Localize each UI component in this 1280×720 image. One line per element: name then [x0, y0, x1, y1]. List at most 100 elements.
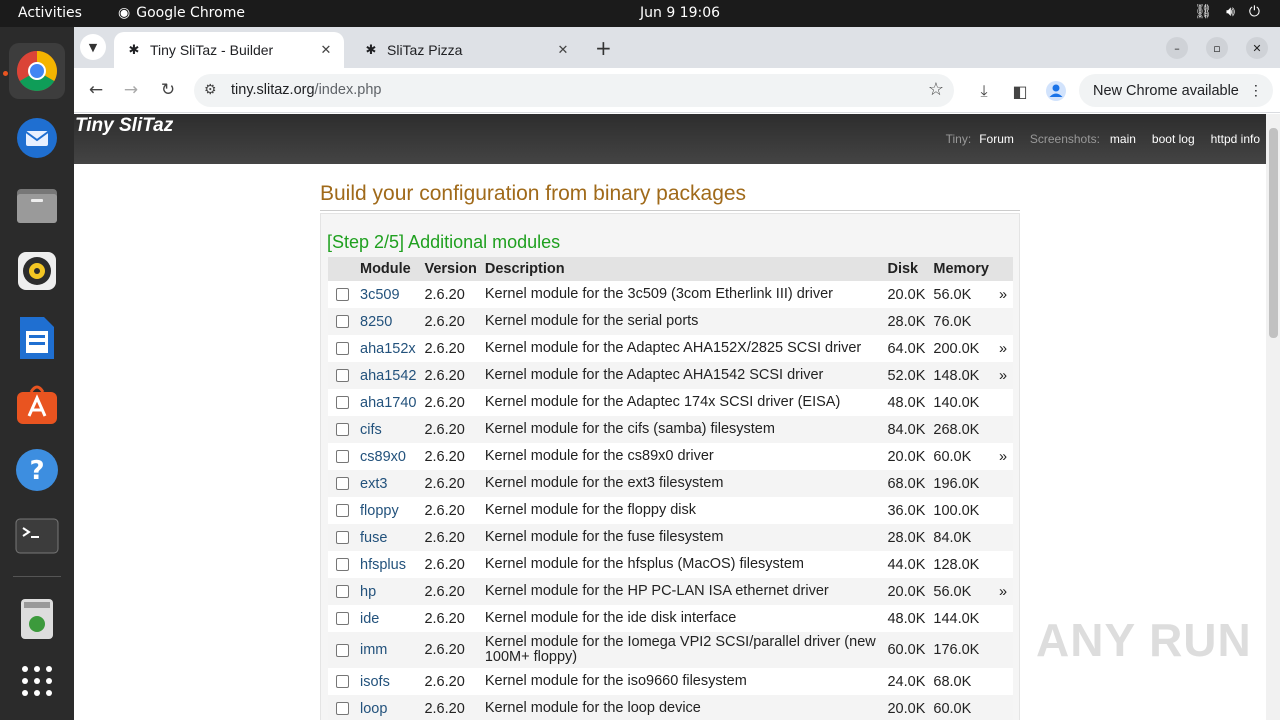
- module-checkbox[interactable]: [335, 423, 349, 437]
- module-checkbox[interactable]: [335, 675, 349, 689]
- activities-button[interactable]: Activities: [18, 5, 82, 21]
- module-link[interactable]: hfsplus: [360, 557, 406, 573]
- module-checkbox[interactable]: [335, 585, 349, 599]
- scrollbar-thumb[interactable]: [1269, 128, 1278, 338]
- module-link[interactable]: loop: [360, 701, 387, 717]
- module-checkbox[interactable]: [335, 643, 349, 657]
- module-link[interactable]: ext3: [360, 476, 387, 492]
- nav-httpd-info-link[interactable]: httpd info: [1211, 132, 1260, 146]
- profile-avatar-icon[interactable]: [1044, 79, 1068, 103]
- row-checkbox-cell: [328, 389, 356, 416]
- forward-button[interactable]: →: [120, 79, 142, 101]
- bookmark-star-icon[interactable]: ☆: [928, 79, 944, 100]
- more-cell[interactable]: »: [993, 335, 1013, 362]
- url-path: /index.php: [314, 82, 382, 98]
- module-checkbox[interactable]: [335, 702, 349, 716]
- module-link[interactable]: aha1542: [360, 368, 416, 384]
- site-info-icon[interactable]: ⚙: [204, 81, 217, 98]
- module-checkbox[interactable]: [335, 396, 349, 410]
- more-cell[interactable]: »: [993, 362, 1013, 389]
- close-tab-icon[interactable]: ✕: [553, 42, 573, 58]
- tab-builder[interactable]: ✱ Tiny SliTaz - Builder ✕: [114, 32, 344, 68]
- close-window-button[interactable]: ✕: [1246, 37, 1268, 59]
- module-link[interactable]: aha1740: [360, 395, 416, 411]
- reload-button[interactable]: ↻: [157, 79, 179, 101]
- dock-chrome[interactable]: [9, 43, 65, 99]
- module-link[interactable]: ide: [360, 611, 379, 627]
- module-link[interactable]: 8250: [360, 314, 392, 330]
- module-link[interactable]: cs89x0: [360, 449, 406, 465]
- system-tray[interactable]: ⛓ 🔊︎ ⏻: [1194, 4, 1260, 20]
- module-checkbox[interactable]: [335, 558, 349, 572]
- dock-ubuntu-software[interactable]: [9, 376, 65, 432]
- dock-rhythmbox[interactable]: [9, 243, 65, 299]
- module-checkbox[interactable]: [335, 342, 349, 356]
- page-scrollbar[interactable]: [1266, 114, 1280, 720]
- module-checkbox[interactable]: [335, 477, 349, 491]
- memory-cell: 76.0K: [929, 308, 993, 335]
- module-link[interactable]: cifs: [360, 422, 382, 438]
- module-checkbox[interactable]: [335, 612, 349, 626]
- maximize-button[interactable]: ▫: [1206, 37, 1228, 59]
- module-checkbox[interactable]: [335, 450, 349, 464]
- tab-pizza[interactable]: ✱ SliTaz Pizza ✕: [351, 32, 581, 68]
- module-checkbox[interactable]: [335, 504, 349, 518]
- memory-cell: 100.0K: [929, 497, 993, 524]
- dock-writer[interactable]: [9, 310, 65, 366]
- dock-files[interactable]: [9, 177, 65, 233]
- table-row: ext3 2.6.20 Kernel module for the ext3 fil…: [328, 470, 1013, 497]
- description-cell: Kernel module for the cs89x0 driver: [480, 443, 884, 470]
- more-cell[interactable]: »: [993, 281, 1013, 308]
- terminal-icon: [15, 518, 59, 554]
- tiny-label: Tiny:: [945, 132, 972, 146]
- more-cell: [993, 605, 1013, 632]
- dock-terminal[interactable]: [9, 508, 65, 564]
- module-checkbox[interactable]: [335, 531, 349, 545]
- dock-help[interactable]: ?: [9, 442, 65, 498]
- files-icon: [17, 189, 57, 223]
- clock[interactable]: Jun 9 19:06: [640, 5, 720, 21]
- version-cell: 2.6.20: [420, 497, 481, 524]
- row-checkbox-cell: [328, 281, 356, 308]
- writer-icon: [20, 317, 54, 359]
- module-link[interactable]: floppy: [360, 503, 399, 519]
- module-link[interactable]: aha152x: [360, 341, 416, 357]
- close-tab-icon[interactable]: ✕: [316, 42, 336, 58]
- minimize-button[interactable]: –: [1166, 37, 1188, 59]
- new-tab-button[interactable]: +: [595, 36, 612, 60]
- table-row: hfsplus 2.6.20 Kernel module for the hfspl…: [328, 551, 1013, 578]
- web-page: Tiny SliTaz Tiny: Forum Screenshots: mai…: [74, 114, 1266, 720]
- module-link[interactable]: imm: [360, 642, 387, 658]
- more-cell[interactable]: »: [993, 443, 1013, 470]
- module-cell: fuse: [356, 524, 421, 551]
- module-checkbox[interactable]: [335, 369, 349, 383]
- dock-thunderbird[interactable]: [9, 110, 65, 166]
- header-more: [993, 257, 1013, 281]
- nav-forum-link[interactable]: Forum: [979, 132, 1014, 146]
- nav-boot-log-link[interactable]: boot log: [1152, 132, 1195, 146]
- module-checkbox[interactable]: [335, 288, 349, 302]
- side-panel-icon[interactable]: ◧: [1008, 79, 1032, 103]
- version-cell: 2.6.20: [420, 470, 481, 497]
- dock-show-apps[interactable]: [9, 653, 65, 709]
- download-icon[interactable]: ⤓: [972, 79, 996, 103]
- tab-search-button[interactable]: ▼: [80, 34, 106, 60]
- table-row: imm 2.6.20 Kernel module for the Iomega VP…: [328, 632, 1013, 668]
- more-cell[interactable]: »: [993, 578, 1013, 605]
- module-link[interactable]: fuse: [360, 530, 387, 546]
- update-label: New Chrome available: [1093, 82, 1239, 99]
- description-cell: Kernel module for the Adaptec AHA152X/28…: [480, 335, 884, 362]
- back-button[interactable]: ←: [85, 79, 107, 101]
- module-link[interactable]: 3c509: [360, 287, 400, 303]
- module-link[interactable]: hp: [360, 584, 376, 600]
- site-title[interactable]: Tiny SliTaz: [75, 115, 173, 137]
- description-cell: Kernel module for the Adaptec 174x SCSI …: [480, 389, 884, 416]
- chrome-update-button[interactable]: New Chrome available ⋮: [1079, 74, 1273, 107]
- more-cell: [993, 551, 1013, 578]
- module-link[interactable]: isofs: [360, 674, 390, 690]
- dock-trash[interactable]: [9, 591, 65, 647]
- address-bar[interactable]: ⚙ tiny.slitaz.org/index.php ☆: [194, 74, 954, 107]
- nav-main-link[interactable]: main: [1110, 132, 1136, 146]
- app-menu[interactable]: ◉ Google Chrome: [118, 5, 245, 21]
- module-checkbox[interactable]: [335, 315, 349, 329]
